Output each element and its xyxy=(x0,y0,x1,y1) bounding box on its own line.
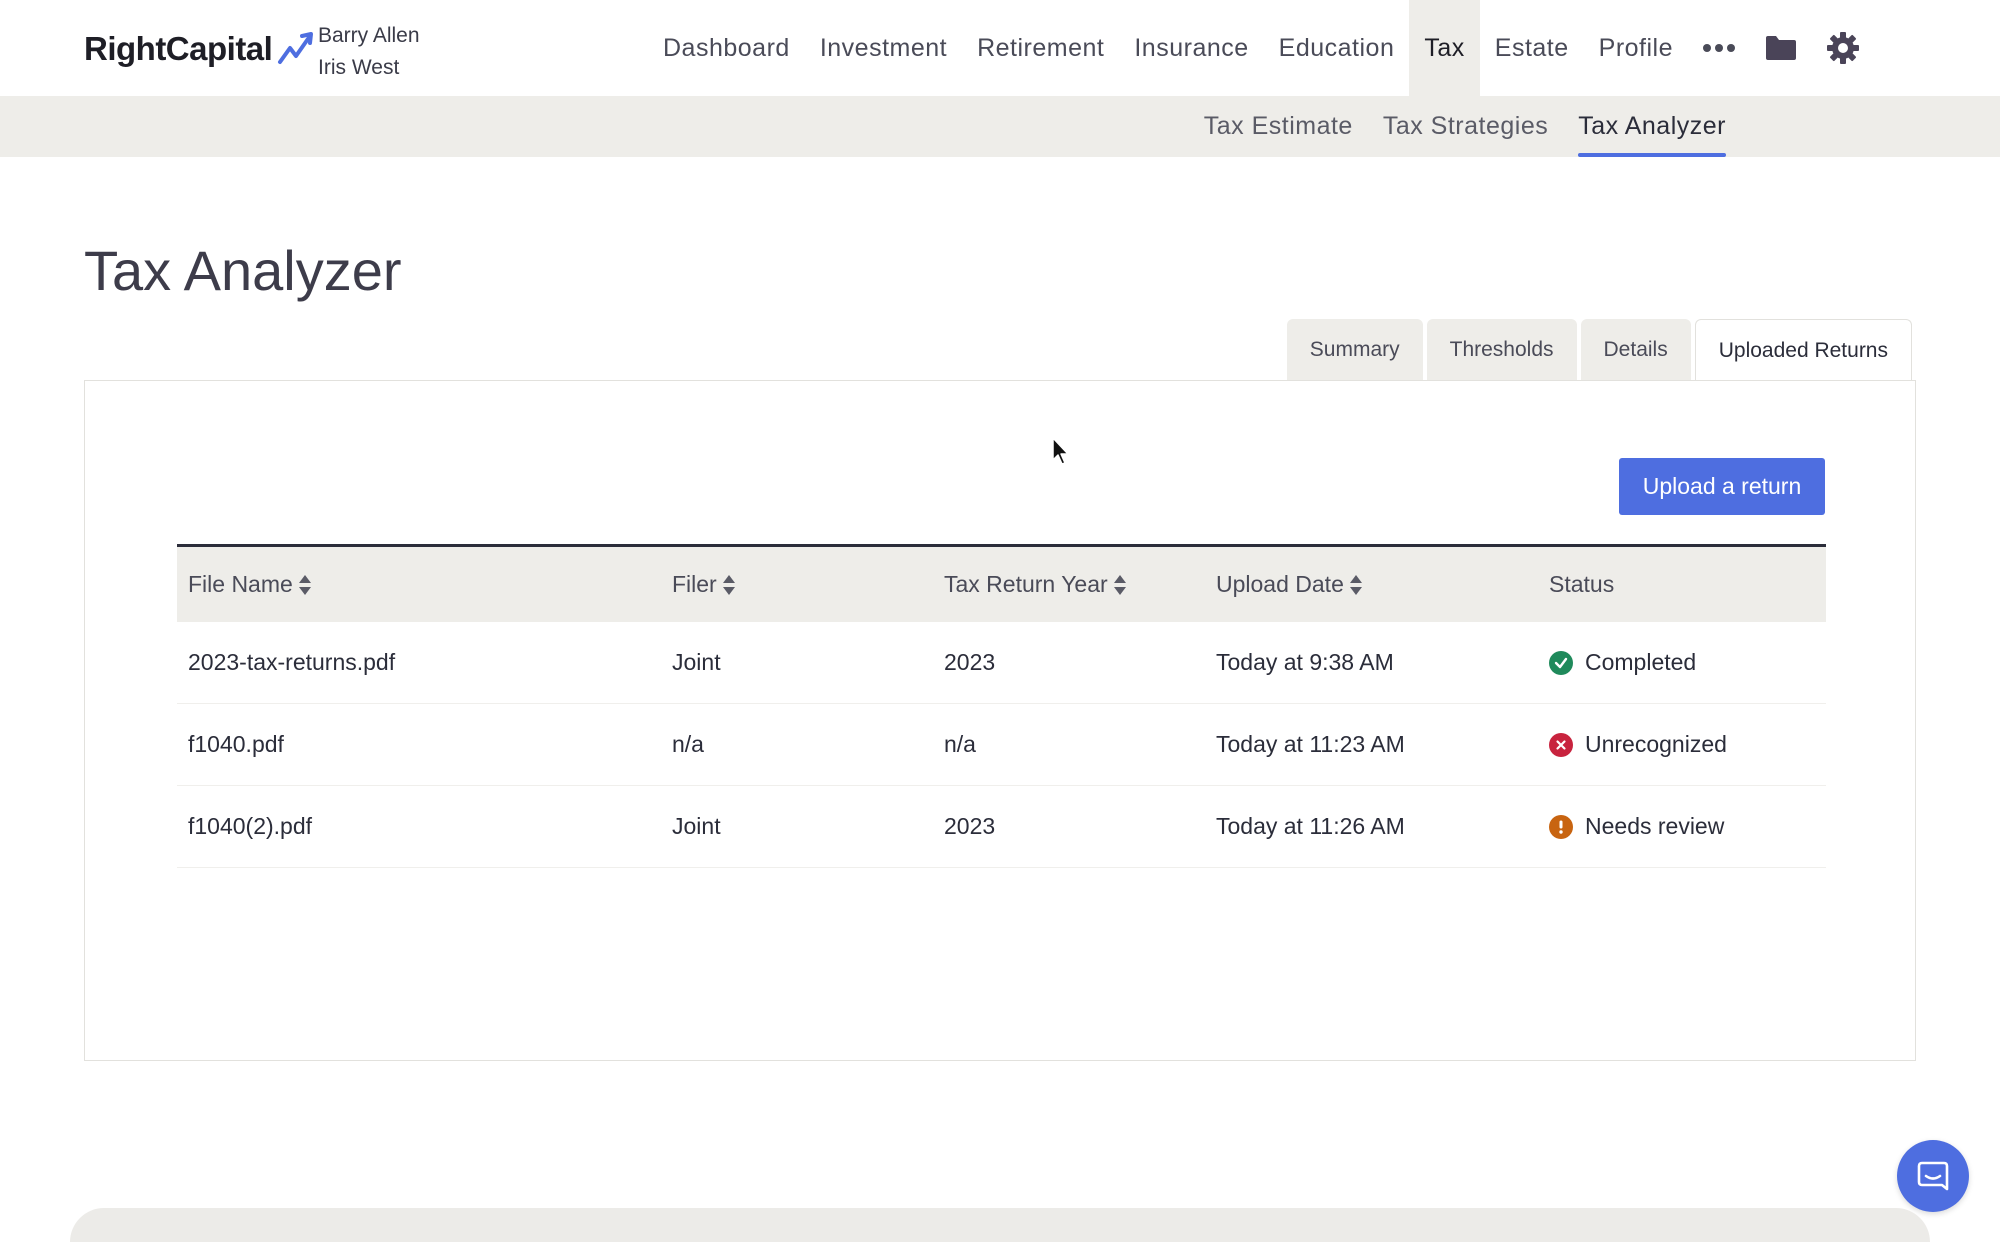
nav-item-dashboard[interactable]: Dashboard xyxy=(648,0,805,96)
cell-filer: n/a xyxy=(672,731,704,757)
check-circle-icon xyxy=(1549,650,1573,675)
status-label: Completed xyxy=(1585,649,1697,675)
chat-icon xyxy=(1917,1161,1949,1191)
cell-status: Needs review xyxy=(1538,813,1826,840)
column-header-status: Status xyxy=(1538,571,1826,598)
sort-icon xyxy=(1113,574,1126,595)
nav-item-education[interactable]: Education xyxy=(1264,0,1410,96)
cell-upload-date: Today at 11:23 AM xyxy=(1216,731,1405,757)
column-label: Upload Date xyxy=(1216,571,1344,597)
returns-table: File Name Filer Tax Return Year Upload D… xyxy=(177,544,1826,868)
chat-launcher-button[interactable] xyxy=(1897,1140,1969,1212)
main-nav: Dashboard Investment Retirement Insuranc… xyxy=(648,0,1874,96)
cell-status: Unrecognized xyxy=(1538,731,1826,758)
mouse-cursor-icon xyxy=(1052,437,1069,465)
column-header-upload-date[interactable]: Upload Date xyxy=(1205,571,1538,598)
column-header-tax-return-year[interactable]: Tax Return Year xyxy=(933,571,1205,598)
logo[interactable]: RightCapital xyxy=(84,26,318,72)
logo-arrow-icon xyxy=(278,32,314,64)
status-label: Unrecognized xyxy=(1585,731,1727,757)
column-label: File Name xyxy=(188,571,293,597)
table-header: File Name Filer Tax Return Year Upload D… xyxy=(177,544,1826,622)
column-header-filer[interactable]: Filer xyxy=(661,571,933,598)
tab-uploaded-returns[interactable]: Uploaded Returns xyxy=(1694,319,1912,382)
gear-icon[interactable] xyxy=(1812,0,1874,96)
column-label: Filer xyxy=(672,571,717,597)
tab-summary[interactable]: Summary xyxy=(1286,319,1423,381)
cell-file-name: f1040.pdf xyxy=(188,731,284,757)
more-dots-icon[interactable] xyxy=(1688,0,1750,96)
cell-filer: Joint xyxy=(672,813,721,839)
subnav-tax-analyzer[interactable]: Tax Analyzer xyxy=(1563,96,1741,157)
table-row[interactable]: f1040.pdf n/a n/a Today at 11:23 AM Unre… xyxy=(177,704,1826,786)
cell-file-name: 2023-tax-returns.pdf xyxy=(188,649,396,675)
nav-item-investment[interactable]: Investment xyxy=(805,0,962,96)
logo-text: RightCapital xyxy=(84,30,273,67)
cell-filer: Joint xyxy=(672,649,721,675)
bottom-edge xyxy=(70,1208,1930,1242)
cell-tax-return-year: n/a xyxy=(944,731,976,757)
client-name-spouse: Iris West xyxy=(318,56,400,79)
table-row[interactable]: 2023-tax-returns.pdf Joint 2023 Today at… xyxy=(177,622,1826,704)
sort-icon xyxy=(722,574,735,595)
page-title: Tax Analyzer xyxy=(84,239,402,302)
column-label: Tax Return Year xyxy=(944,571,1108,597)
cell-tax-return-year: 2023 xyxy=(944,649,996,675)
folder-icon[interactable] xyxy=(1750,0,1812,96)
upload-return-button[interactable]: Upload a return xyxy=(1619,458,1825,515)
table-row[interactable]: f1040(2).pdf Joint 2023 Today at 11:26 A… xyxy=(177,786,1826,868)
cell-file-name: f1040(2).pdf xyxy=(188,813,313,839)
nav-item-tax[interactable]: Tax xyxy=(1409,0,1480,96)
client-name-primary: Barry Allen xyxy=(318,24,420,47)
cell-status: Completed xyxy=(1538,649,1826,676)
tab-details[interactable]: Details xyxy=(1580,319,1691,381)
cell-upload-date: Today at 11:26 AM xyxy=(1216,813,1405,839)
subnav-tax-estimate[interactable]: Tax Estimate xyxy=(1189,96,1368,157)
subnav-tax-strategies[interactable]: Tax Strategies xyxy=(1368,96,1563,157)
tab-thresholds[interactable]: Thresholds xyxy=(1426,319,1577,381)
column-header-file-name[interactable]: File Name xyxy=(177,571,661,598)
column-label: Status xyxy=(1549,571,1615,597)
cell-tax-return-year: 2023 xyxy=(944,813,996,839)
client-names: Barry Allen Iris West xyxy=(318,20,420,84)
status-label: Needs review xyxy=(1585,813,1725,839)
top-bar: RightCapital Barry Allen Iris West Dashb… xyxy=(0,0,2000,96)
sort-icon xyxy=(298,574,311,595)
error-circle-icon xyxy=(1549,732,1573,757)
warning-circle-icon xyxy=(1549,814,1573,839)
cell-upload-date: Today at 9:38 AM xyxy=(1216,649,1394,675)
nav-item-profile[interactable]: Profile xyxy=(1584,0,1688,96)
nav-item-estate[interactable]: Estate xyxy=(1480,0,1584,96)
view-tabs: Summary Thresholds Details Uploaded Retu… xyxy=(1286,319,1912,382)
sub-nav: Tax Estimate Tax Strategies Tax Analyzer xyxy=(0,96,2000,157)
nav-item-insurance[interactable]: Insurance xyxy=(1119,0,1263,96)
sort-icon xyxy=(1349,574,1362,595)
nav-item-retirement[interactable]: Retirement xyxy=(962,0,1119,96)
uploaded-returns-panel: Upload a return File Name Filer Tax Retu… xyxy=(84,380,1916,1061)
